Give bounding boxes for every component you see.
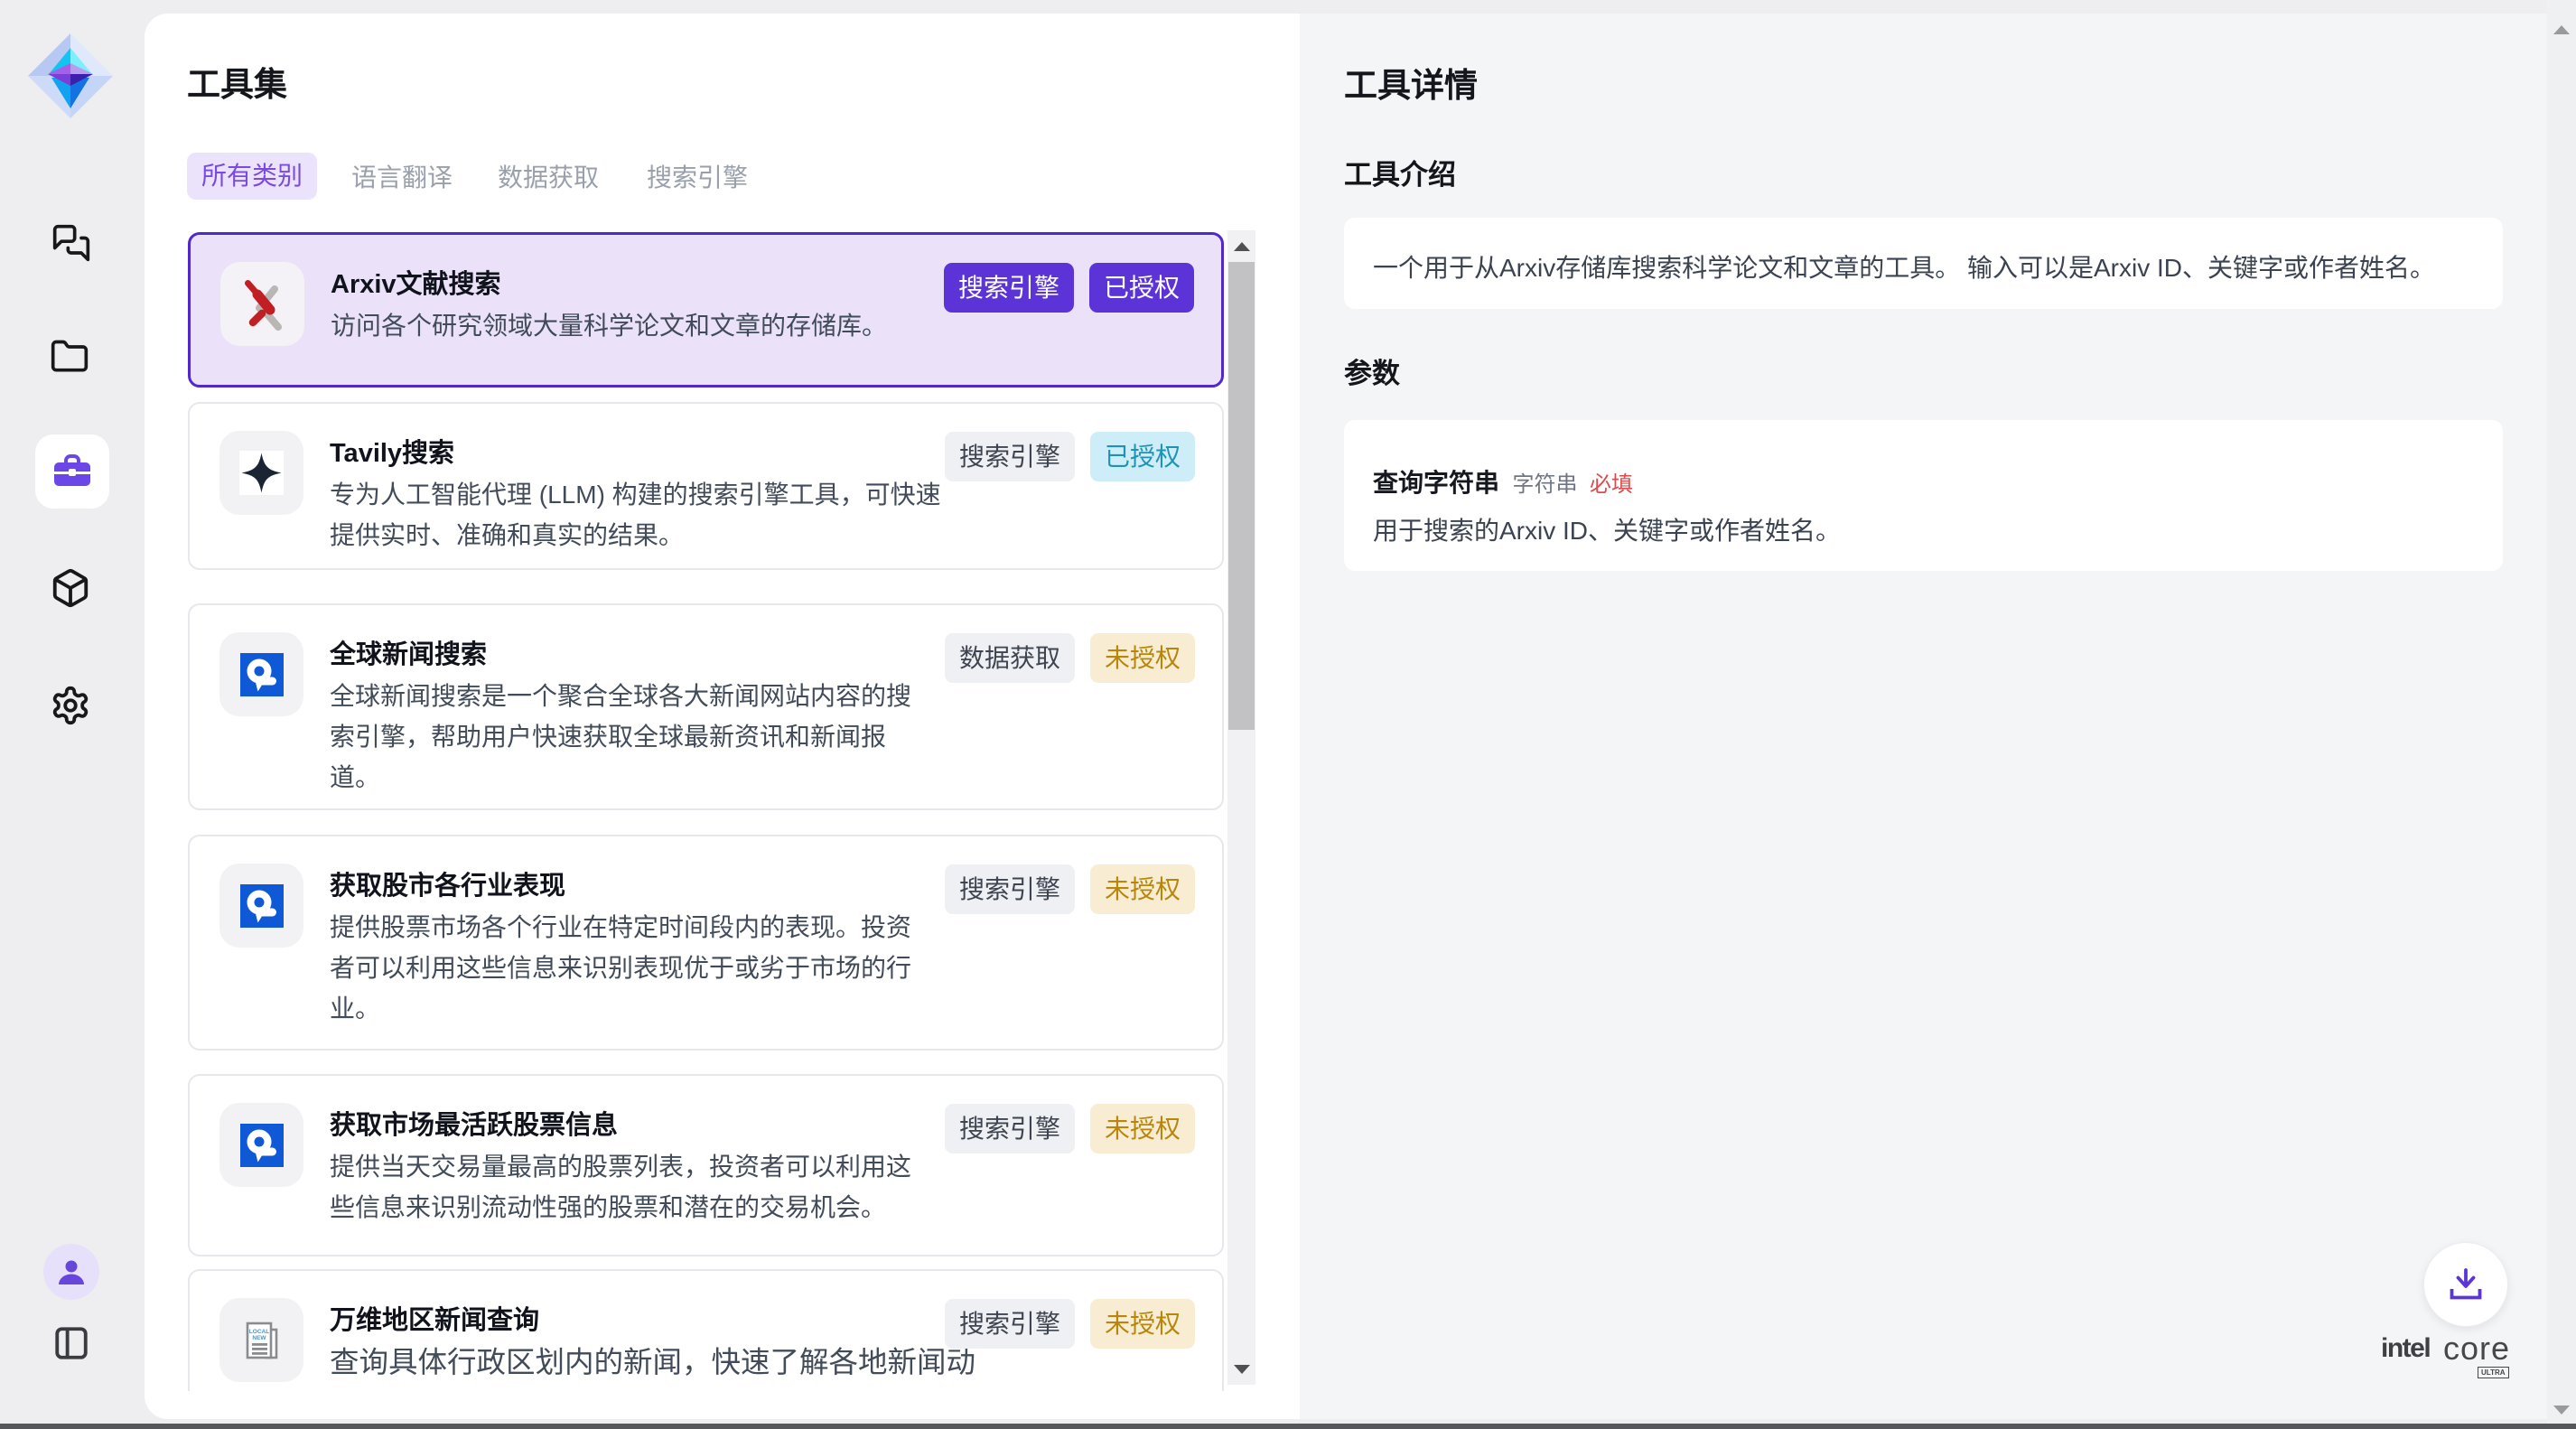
svg-text:LOCAL: LOCAL — [248, 1329, 268, 1335]
svg-text:NEW: NEW — [252, 1335, 266, 1341]
